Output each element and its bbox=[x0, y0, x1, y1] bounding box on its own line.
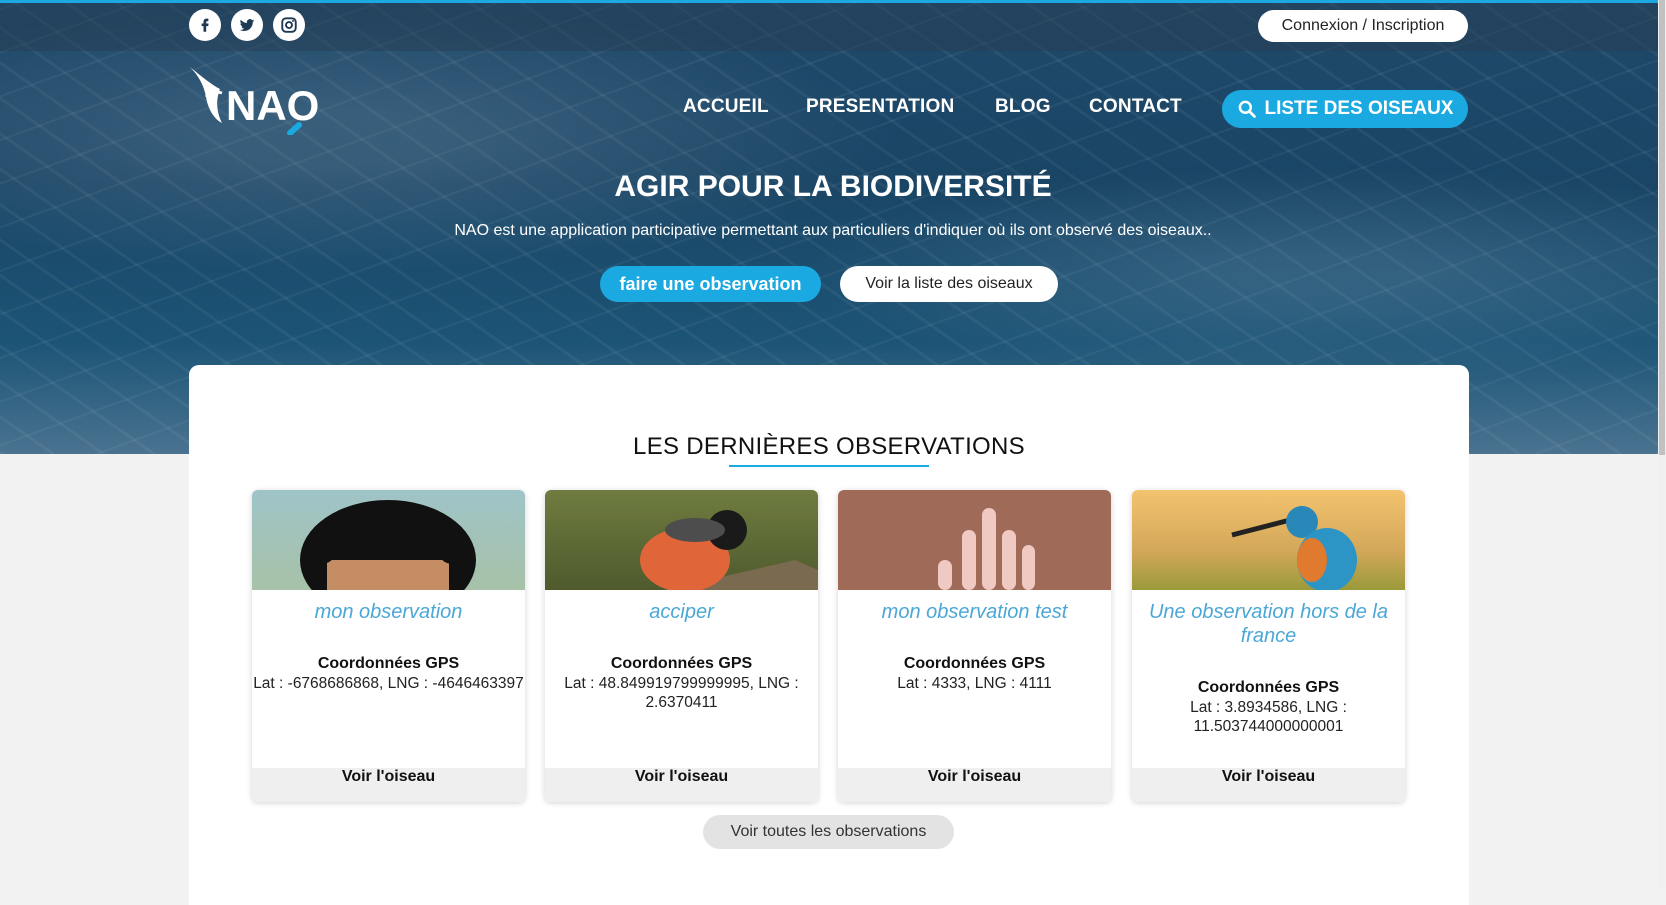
gps-value: Lat : -6768686868, LNG : -4646463397 bbox=[253, 675, 524, 692]
gps-label: Coordonnées GPS bbox=[317, 655, 460, 672]
observation-image bbox=[545, 490, 818, 592]
nav-contact[interactable]: CONTACT bbox=[1089, 96, 1182, 118]
observation-image bbox=[252, 490, 525, 620]
facebook-icon[interactable] bbox=[189, 9, 221, 41]
twitter-icon[interactable] bbox=[231, 9, 263, 41]
observation-card[interactable]: mon observation test Coordonnées GPS Lat… bbox=[838, 490, 1111, 802]
title-underline bbox=[729, 465, 929, 467]
gps-value: Lat : 3.8934586, LNG : 11.50374400000000… bbox=[1190, 699, 1347, 735]
gps-value: Lat : 4333, LNG : 4111 bbox=[897, 675, 1052, 692]
gps-label: Coordonnées GPS bbox=[1197, 679, 1340, 696]
observation-title[interactable]: mon observation test bbox=[844, 600, 1105, 624]
observation-card[interactable]: acciper Coordonnées GPS Lat : 48.8499197… bbox=[545, 490, 818, 802]
login-register-button[interactable]: Connexion / Inscription bbox=[1258, 10, 1468, 42]
nav-accueil[interactable]: ACCUEIL bbox=[683, 96, 769, 118]
view-bird-link[interactable]: Voir l'oiseau bbox=[1132, 768, 1405, 802]
observation-title[interactable]: Une observation hors de la france bbox=[1138, 600, 1399, 648]
observation-title[interactable]: acciper bbox=[551, 600, 812, 624]
all-observations-button[interactable]: Voir toutes les observations bbox=[703, 815, 954, 849]
view-bird-link[interactable]: Voir l'oiseau bbox=[545, 768, 818, 802]
bird-list-button[interactable]: LISTE DES OISEAUX bbox=[1222, 90, 1468, 128]
hero-subtitle: NAO est une application participative pe… bbox=[454, 222, 1212, 239]
logo-text: NAO bbox=[226, 82, 319, 129]
observation-image bbox=[838, 490, 1111, 590]
view-bird-list-button[interactable]: Voir la liste des oiseaux bbox=[840, 266, 1058, 302]
gps-label: Coordonnées GPS bbox=[610, 655, 753, 672]
scrollbar[interactable] bbox=[1658, 0, 1666, 887]
observation-title[interactable]: mon observation bbox=[258, 600, 519, 624]
nao-logo[interactable]: NAO bbox=[186, 63, 341, 136]
observation-image bbox=[1132, 490, 1405, 592]
make-observation-button[interactable]: faire une observation bbox=[600, 266, 821, 302]
gps-value: Lat : 48.849919799999995, LNG : 2.637041… bbox=[564, 675, 799, 711]
instagram-icon[interactable] bbox=[273, 9, 305, 41]
gps-label: Coordonnées GPS bbox=[903, 655, 1046, 672]
hero-title: AGIR POUR LA BIODIVERSITÉ bbox=[614, 170, 1052, 203]
bird-list-label: LISTE DES OISEAUX bbox=[1264, 98, 1454, 119]
view-bird-link[interactable]: Voir l'oiseau bbox=[252, 768, 525, 802]
search-icon bbox=[1238, 100, 1256, 118]
nav-blog[interactable]: BLOG bbox=[995, 96, 1051, 118]
observation-card[interactable]: Une observation hors de la france Coordo… bbox=[1132, 490, 1405, 802]
view-bird-link[interactable]: Voir l'oiseau bbox=[838, 768, 1111, 802]
section-title: LES DERNIÈRES OBSERVATIONS bbox=[633, 433, 1025, 460]
nav-presentation[interactable]: PRESENTATION bbox=[806, 96, 954, 118]
observation-card[interactable]: mon observation Coordonnées GPS Lat : -6… bbox=[252, 490, 525, 802]
